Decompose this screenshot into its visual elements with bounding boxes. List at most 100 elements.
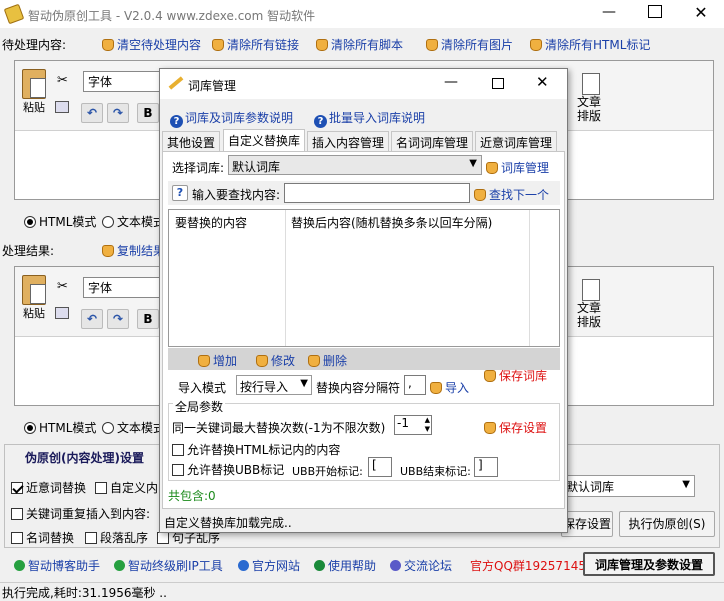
tab-insert-content[interactable]: 插入内容管理 — [307, 131, 390, 151]
allow-ubb-checkbox[interactable]: 允许替换UBB标记 — [172, 461, 284, 478]
column-header-target: 替换后内容(随机替换多条以回车分隔) — [291, 216, 493, 230]
clear-images-link[interactable]: 清除所有图片 — [426, 36, 513, 53]
hand-icon — [198, 355, 210, 367]
replace-table[interactable]: 要替换的内容 替换后内容(随机替换多条以回车分隔) — [168, 209, 560, 347]
dialog-close-button[interactable]: ✕ — [536, 73, 549, 91]
checkbox-indicator — [11, 482, 23, 494]
copy-icon[interactable] — [55, 101, 69, 113]
bug-icon — [14, 560, 25, 571]
execute-button[interactable]: 执行伪原创(S) — [619, 511, 715, 537]
ubb-end-input[interactable]: ] — [474, 457, 498, 477]
clear-input-link[interactable]: 清空待处理内容 — [102, 36, 201, 53]
input-label: 待处理内容: — [2, 38, 67, 52]
max-replace-stepper[interactable]: -1 ▲ ▼ — [394, 415, 432, 435]
redo-icon[interactable]: ↷ — [107, 309, 129, 329]
lexicon-manage-button[interactable]: 词库管理及参数设置 — [583, 552, 715, 576]
cut-icon[interactable]: ✂ — [57, 73, 68, 88]
select-lexicon-label: 选择词库: — [172, 161, 225, 175]
tab-custom-replace[interactable]: 自定义替换库 — [223, 129, 306, 152]
hand-icon — [484, 422, 496, 434]
checkbox-indicator — [11, 508, 23, 520]
dialog-title-bar: 词库管理 — ✕ — [160, 69, 567, 99]
add-button[interactable]: 增加 — [198, 352, 237, 369]
undo-icon[interactable]: ↶ — [81, 309, 103, 329]
hand-icon — [486, 162, 498, 174]
mode-html-radio[interactable]: HTML模式 — [24, 419, 96, 436]
redo-icon[interactable]: ↷ — [107, 103, 129, 123]
tab-noun-lexicon[interactable]: 名词词库管理 — [391, 131, 474, 151]
clear-html-link[interactable]: 清除所有HTML标记 — [530, 36, 650, 53]
name-replace-checkbox[interactable]: 名词替换 — [11, 529, 74, 546]
paste-button[interactable]: 粘贴 — [19, 275, 49, 325]
column-divider — [529, 210, 530, 346]
bold-button[interactable]: B — [137, 103, 159, 123]
help-link[interactable]: 使用帮助 — [314, 557, 376, 574]
hand-icon — [474, 189, 486, 201]
hand-icon — [530, 39, 542, 51]
save-global-settings-button[interactable]: 保存设置 — [484, 419, 547, 436]
copy-icon[interactable] — [55, 307, 69, 319]
allow-html-checkbox[interactable]: 允许替换HTML标记内的内容 — [172, 441, 340, 458]
font-select[interactable]: 字体 — [83, 71, 163, 92]
search-label: 输入要查找内容: — [192, 188, 281, 202]
font-select[interactable]: 字体 — [83, 277, 163, 298]
copy-result-link[interactable]: 复制结果 — [102, 242, 165, 259]
search-input[interactable] — [284, 183, 470, 203]
save-settings-button[interactable]: 保存设置 — [561, 511, 613, 537]
import-help-link[interactable]: ? 批量导入词库说明 — [314, 109, 425, 128]
lexicon-dropdown[interactable]: 默认词库 ▼ — [228, 155, 482, 175]
lexicon-manage-link[interactable]: 词库管理 — [486, 159, 549, 176]
article-layout-button[interactable]: 文章 排版 — [577, 95, 601, 123]
checkbox-indicator — [11, 532, 23, 544]
bug-icon — [114, 560, 125, 571]
dialog-minimize-button[interactable]: — — [444, 74, 458, 90]
paste-button[interactable]: 粘贴 — [19, 69, 49, 119]
keyword-repeat-checkbox[interactable]: 关键词重复插入到内容: — [11, 505, 150, 522]
radio-indicator — [102, 422, 114, 434]
separator-input[interactable]: , — [404, 375, 426, 395]
status-bar: 执行完成,耗时:31.1956毫秒 .. — [0, 582, 724, 600]
ip-tool-link[interactable]: 智动终级刷IP工具 — [114, 557, 223, 574]
clear-scripts-link[interactable]: 清除所有脚本 — [316, 36, 403, 53]
minimize-button[interactable]: — — [598, 4, 620, 20]
checkbox-indicator — [157, 532, 169, 544]
ubb-start-input[interactable]: [ — [368, 457, 392, 477]
clear-links-link[interactable]: 清除所有链接 — [212, 36, 299, 53]
tab-other-settings[interactable]: 其他设置 — [162, 131, 221, 151]
import-button[interactable]: 导入 — [430, 379, 469, 396]
title-bar: 智动伪原创工具 - V2.0.4 www.zdexe.com 智动软件 — ✕ — [0, 0, 724, 28]
status-text: 执行完成,耗时:31.1956毫秒 .. — [2, 586, 167, 600]
undo-icon[interactable]: ↶ — [81, 103, 103, 123]
mode-text-radio[interactable]: 文本模式 — [102, 213, 165, 230]
save-lexicon-button[interactable]: 保存词库 — [484, 367, 547, 384]
hand-icon — [426, 39, 438, 51]
radio-indicator — [24, 216, 36, 228]
modify-button[interactable]: 修改 — [256, 352, 295, 369]
import-mode-select[interactable]: 按行导入 ▼ — [236, 375, 312, 395]
lexicon-select[interactable]: 默认词库 ▼ — [561, 475, 695, 497]
forum-icon — [390, 560, 401, 571]
tab-near-lexicon[interactable]: 近意词库管理 — [475, 131, 558, 151]
lexicon-help-link[interactable]: ? 词库及词库参数说明 — [170, 109, 293, 128]
qq-group-link[interactable]: 官方QQ群19257145 — [470, 557, 586, 574]
question-icon[interactable]: ? — [172, 185, 188, 201]
maximize-button[interactable] — [648, 5, 662, 18]
official-site-link[interactable]: 官方网站 — [238, 557, 300, 574]
stepper-arrows-icon[interactable]: ▲ ▼ — [425, 416, 430, 434]
bold-button[interactable]: B — [137, 309, 159, 329]
cut-icon[interactable]: ✂ — [57, 279, 68, 294]
near-replace-checkbox[interactable]: 近意词替换 — [11, 479, 86, 496]
delete-button[interactable]: 删除 — [308, 352, 347, 369]
find-next-link[interactable]: 查找下一个 — [474, 186, 549, 203]
forum-link[interactable]: 交流论坛 — [390, 557, 452, 574]
close-button[interactable]: ✕ — [690, 3, 712, 22]
chevron-down-icon: ▼ — [469, 158, 477, 169]
paragraph-shuffle-checkbox[interactable]: 段落乱序 — [85, 529, 148, 546]
mode-html-radio[interactable]: HTML模式 — [24, 213, 96, 230]
mode-text-radio[interactable]: 文本模式 — [102, 419, 165, 436]
article-layout-button[interactable]: 文章 排版 — [577, 301, 601, 329]
blog-helper-link[interactable]: 智动博客助手 — [14, 557, 100, 574]
hand-icon — [316, 39, 328, 51]
dialog-maximize-button[interactable] — [492, 78, 504, 89]
custom-checkbox[interactable]: 自定义内 — [95, 479, 158, 496]
